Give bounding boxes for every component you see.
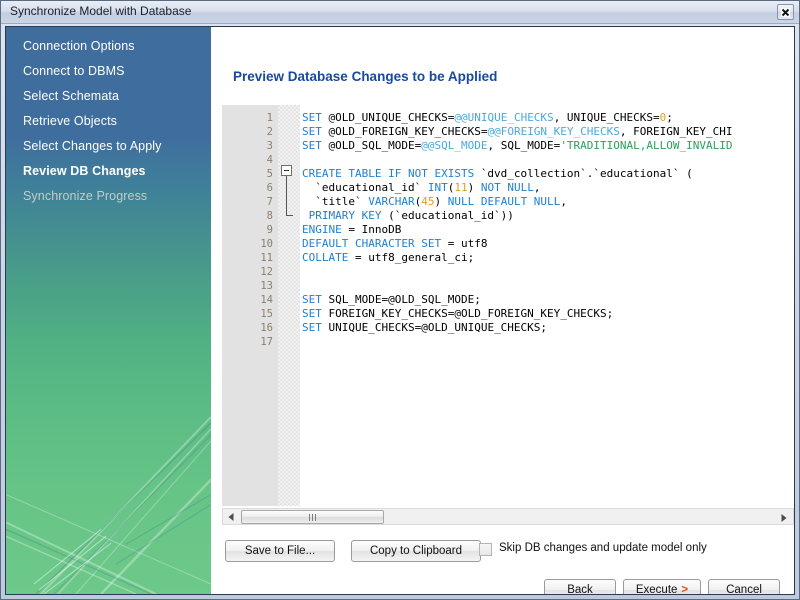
line-number: 4 xyxy=(266,154,273,166)
arrow-right-icon[interactable] xyxy=(775,510,791,525)
line-number: 9 xyxy=(266,224,273,236)
horizontal-scrollbar[interactable] xyxy=(222,508,794,525)
close-button[interactable] xyxy=(777,4,794,20)
line-number: 14 xyxy=(260,294,273,306)
code-line: SET SQL_MODE=@OLD_SQL_MODE; xyxy=(302,293,481,306)
line-number: 15 xyxy=(260,308,273,320)
code-line: `educational_id` INT(11) NOT NULL, xyxy=(302,181,541,194)
code-line: SET FOREIGN_KEY_CHECKS=@OLD_FOREIGN_KEY_… xyxy=(302,307,614,320)
skip-db-changes-label[interactable]: Skip DB changes and update model only xyxy=(499,542,707,554)
page-title: Preview Database Changes to be Applied xyxy=(233,69,498,84)
line-number: 5 xyxy=(266,168,273,180)
back-button[interactable]: Back xyxy=(544,579,616,594)
line-number: 6 xyxy=(266,182,273,194)
fold-range-line xyxy=(286,176,287,216)
code-line: SET @OLD_SQL_MODE=@@SQL_MODE, SQL_MODE='… xyxy=(302,139,733,152)
scrollbar-thumb[interactable] xyxy=(241,510,384,524)
execute-button-label: Execute xyxy=(635,584,678,595)
save-to-file-button[interactable]: Save to File... xyxy=(225,540,335,562)
line-number: 11 xyxy=(260,252,273,264)
line-number: 16 xyxy=(260,322,273,334)
sidebar-item-retrieve-objects[interactable]: Retrieve Objects xyxy=(23,114,117,128)
sidebar-item-select-schemata[interactable]: Select Schemata xyxy=(23,89,119,103)
dialog-window: Synchronize Model with Database Connecti… xyxy=(0,0,800,600)
code-line: SET UNIQUE_CHECKS=@OLD_UNIQUE_CHECKS; xyxy=(302,321,548,334)
close-icon xyxy=(781,7,790,17)
code-line: PRIMARY KEY (`educational_id`)) xyxy=(302,209,514,222)
wizard-step-sidebar: Connection Options Connect to DBMS Selec… xyxy=(6,27,211,594)
line-number: 17 xyxy=(260,336,273,348)
window-title: Synchronize Model with Database xyxy=(10,4,192,18)
sql-preview-editor[interactable]: 1 2 3 4 5 6 7 8 9 10 11 12 13 14 15 16 17 SET @OLD_UNIQU… xyxy=(222,105,794,506)
line-number: 10 xyxy=(260,238,273,250)
fold-gutter[interactable] xyxy=(278,105,300,506)
skip-db-changes-checkbox[interactable] xyxy=(479,543,492,556)
line-number: 8 xyxy=(266,210,273,222)
line-number: 1 xyxy=(266,112,273,124)
sidebar-item-synchronize-progress: Synchronize Progress xyxy=(23,189,148,203)
line-number-gutter: 1 2 3 4 5 6 7 8 9 10 11 12 13 14 15 16 17 xyxy=(222,105,278,506)
line-number: 7 xyxy=(266,196,273,208)
dialog-client-area: Connection Options Connect to DBMS Selec… xyxy=(5,26,795,595)
execute-button[interactable]: Execute > xyxy=(623,579,701,595)
sidebar-item-connection-options[interactable]: Connection Options xyxy=(23,39,135,53)
grip-icon xyxy=(309,513,316,521)
chevron-right-icon: > xyxy=(681,584,689,595)
copy-to-clipboard-button[interactable]: Copy to Clipboard xyxy=(351,540,481,562)
line-number: 12 xyxy=(260,266,273,278)
code-line: ENGINE = InnoDB xyxy=(302,223,402,236)
arrow-left-icon[interactable] xyxy=(223,509,239,524)
code-text-area[interactable]: SET @OLD_UNIQUE_CHECKS=@@UNIQUE_CHECKS, … xyxy=(300,105,794,506)
line-number: 13 xyxy=(260,280,273,292)
code-line: SET @OLD_UNIQUE_CHECKS=@@UNIQUE_CHECKS, … xyxy=(302,111,673,124)
code-line: CREATE TABLE IF NOT EXISTS `dvd_collecti… xyxy=(302,167,693,180)
content-pane: Preview Database Changes to be Applied 1… xyxy=(211,27,794,594)
sidebar-item-select-changes[interactable]: Select Changes to Apply xyxy=(23,139,162,153)
cancel-button[interactable]: Cancel xyxy=(708,579,780,594)
sidebar-item-connect-to-dbms[interactable]: Connect to DBMS xyxy=(23,64,125,78)
line-number: 2 xyxy=(266,126,273,138)
code-line: COLLATE = utf8_general_ci; xyxy=(302,251,475,264)
code-line: `title` VARCHAR(45) NULL DEFAULT NULL, xyxy=(302,195,567,208)
sidebar-item-review-db-changes[interactable]: Review DB Changes xyxy=(23,164,146,178)
code-line: SET @OLD_FOREIGN_KEY_CHECKS=@@FOREIGN_KE… xyxy=(302,125,733,138)
sidebar-decoration xyxy=(6,416,211,594)
fold-range-end xyxy=(286,215,293,216)
code-line: DEFAULT CHARACTER SET = utf8 xyxy=(302,237,488,250)
title-bar: Synchronize Model with Database xyxy=(1,1,799,24)
line-number: 3 xyxy=(266,140,273,152)
collapse-icon[interactable] xyxy=(281,165,292,176)
